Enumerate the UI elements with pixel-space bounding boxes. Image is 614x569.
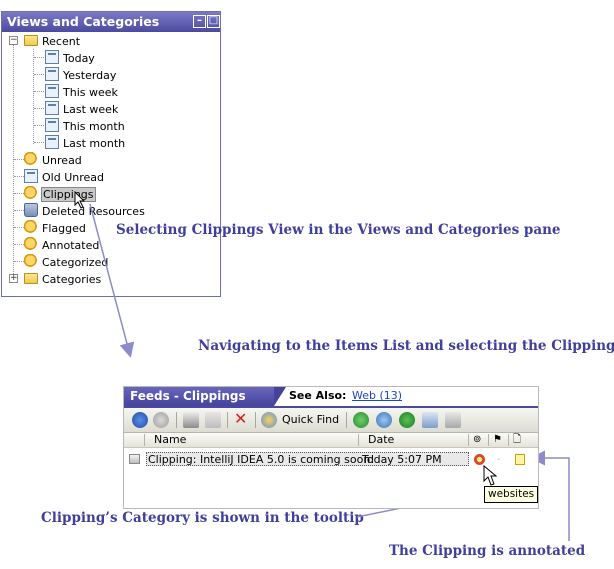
delete-icon[interactable]: ✕: [234, 410, 247, 428]
list-view-icon[interactable]: [422, 412, 438, 428]
quick-find-icon[interactable]: [261, 412, 277, 428]
items-list-pane: Feeds - Clippings See Also: Web (13) ✕ Q…: [123, 386, 539, 509]
mouse-pointer-icon: [483, 465, 497, 486]
print-icon[interactable]: [183, 412, 199, 428]
clipping-item-icon: [129, 454, 140, 464]
items-toolbar: ✕ Quick Find: [124, 408, 538, 433]
items-pane-title: Feeds - Clippings: [130, 389, 246, 403]
preview-icon[interactable]: [445, 412, 461, 428]
items-pane-tab: Feeds - Clippings: [124, 387, 274, 406]
see-also-web-link[interactable]: Web (13): [352, 389, 402, 402]
annotation-column-icon[interactable]: 🗋: [513, 433, 521, 447]
flag-empty-icon[interactable]: ·: [497, 451, 501, 468]
back-icon[interactable]: [132, 412, 148, 428]
column-date[interactable]: Date: [368, 433, 394, 447]
annotation-icon[interactable]: [515, 454, 525, 465]
category-tooltip: websites: [484, 486, 539, 503]
column-header: Name Date ⊚ ⚑ 🗋: [124, 433, 538, 448]
row-name: Clipping: IntelliJ IDEA 5.0 is coming so…: [148, 453, 375, 466]
arrow-to-items: [89, 203, 135, 358]
quick-find-button[interactable]: Quick Find: [282, 413, 339, 426]
row-date: Today 5:07 PM: [362, 453, 442, 466]
refresh-icon[interactable]: [399, 412, 415, 428]
flag-column-icon[interactable]: ⚑: [493, 433, 502, 447]
see-also-label: See Also:: [289, 389, 347, 402]
forward-icon[interactable]: [153, 412, 169, 428]
category-icon[interactable]: [474, 454, 485, 465]
table-row[interactable]: Clipping: IntelliJ IDEA 5.0 is coming so…: [124, 451, 538, 468]
search-icon[interactable]: [376, 412, 392, 428]
column-name[interactable]: Name: [154, 433, 186, 447]
add-icon[interactable]: [353, 412, 369, 428]
category-column-icon[interactable]: ⊚: [473, 433, 481, 447]
forward-mail-icon[interactable]: [205, 412, 221, 428]
